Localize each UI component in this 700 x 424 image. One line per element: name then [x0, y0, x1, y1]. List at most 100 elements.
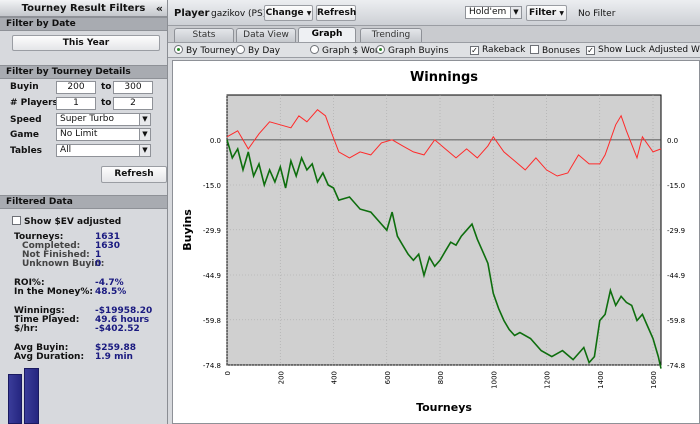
checkbox-icon [530, 45, 539, 54]
y-tick-label-right: 0.0 [667, 137, 678, 145]
speed-select[interactable]: Super Turbo ▼ [56, 113, 151, 126]
x-tick-label: 0 [224, 371, 232, 375]
game-label: Game [10, 130, 39, 140]
y-tick-label-right: -15.0 [667, 182, 685, 190]
player-label: Player [174, 8, 210, 19]
show-ev-checkbox[interactable]: Show $EV adjusted [12, 216, 121, 227]
buyin-max-field[interactable]: 300 [113, 81, 153, 94]
speed-select-value: Super Turbo [60, 114, 114, 124]
show-luck-checkbox[interactable]: ✓Show Luck Adjusted Winni [586, 45, 700, 56]
date-range-button[interactable]: This Year [12, 35, 160, 51]
mini-bar [24, 368, 39, 424]
rakeback-checkbox[interactable]: ✓ Rakeback [470, 45, 525, 56]
y-tick-label: -59.8 [203, 317, 221, 325]
x-tick-label: 1400 [597, 371, 605, 389]
game-type-value: Hold'em [469, 7, 507, 17]
y-tick-label: -74.8 [203, 362, 221, 370]
checkbox-icon [12, 216, 21, 225]
y-tick-label-right: -59.8 [667, 317, 685, 325]
chevron-down-icon: ▼ [139, 145, 150, 156]
game-type-select[interactable]: Hold'em ▼ [465, 6, 522, 19]
filter-button[interactable]: Filter ▼ [526, 5, 567, 21]
refresh-button[interactable]: Refresh [101, 166, 167, 183]
graph-buyins-radio[interactable]: Graph Buyins [376, 45, 449, 57]
y-tick-label-right: -29.9 [667, 227, 685, 235]
by-tourney-radio[interactable]: By Tourney [174, 45, 236, 57]
x-tick-label: 600 [384, 371, 392, 384]
tab-data-view[interactable]: Data View [236, 28, 296, 42]
y-tick-label-right: -74.8 [667, 362, 685, 370]
winnings-chart: 0.0 0.0 -15.0 -15.0 -29.9 -29.9 -44.9 -44.9 -59.… [172, 60, 700, 424]
y-axis-label: Buyins [181, 209, 194, 251]
game-select[interactable]: No Limit ▼ [56, 128, 151, 141]
chart-svg: 0.0 0.0 -15.0 -15.0 -29.9 -29.9 -44.9 -44.9 -59.… [181, 70, 685, 414]
y-tick-label: 0.0 [210, 137, 221, 145]
bonuses-checkbox[interactable]: Bonuses [530, 45, 580, 57]
by-day-label: By Day [248, 46, 281, 56]
tables-select-value: All [60, 145, 72, 155]
tab-stats[interactable]: Stats [174, 28, 234, 42]
date-section-header: Filter by Date [0, 17, 167, 31]
tab-graph[interactable]: Graph [298, 27, 356, 42]
refresh-player-button[interactable]: Refresh [316, 5, 356, 21]
filtered-data-header: Filtered Data [0, 195, 167, 209]
rakeback-label: Rakeback [482, 45, 526, 55]
chevron-down-icon: ▼ [306, 10, 312, 17]
buyin-to-label: to [101, 82, 112, 92]
bonuses-label: Bonuses [542, 46, 581, 56]
filter-panel-title-text: Tourney Result Filters [21, 3, 146, 14]
show-ev-label: Show $EV adjusted [24, 217, 122, 227]
stat-value: 1.9 min [95, 352, 133, 362]
change-player-button[interactable]: Change ▼ [264, 5, 313, 21]
tab-bar: Stats Data View Graph Trending [168, 26, 700, 42]
filter-panel-title: Tourney Result Filters « [0, 0, 167, 17]
check-icon: ✓ [586, 46, 595, 55]
y-tick-label: -15.0 [203, 182, 221, 190]
y-tick-label-right: -44.9 [667, 272, 685, 280]
x-tick-label: 400 [331, 371, 339, 384]
players-to-label: to [101, 98, 112, 108]
tables-label: Tables [10, 146, 43, 156]
graph-won-radio[interactable]: Graph $ Won [310, 45, 381, 57]
x-tick-label: 800 [437, 371, 445, 384]
players-label: # Players [10, 98, 58, 108]
check-icon: ✓ [470, 46, 479, 55]
buyin-min-field[interactable]: 200 [56, 81, 96, 94]
radio-icon [310, 45, 319, 54]
radio-selected-icon [376, 45, 385, 54]
filter-status: No Filter [578, 9, 616, 19]
stat-value: 48.5% [95, 287, 127, 297]
details-section-header: Filter by Tourney Details [0, 65, 167, 79]
buyin-label: Buyin [10, 82, 39, 92]
x-axis-label: Tourneys [416, 401, 472, 414]
stat-label: Unknown Buyin: [22, 259, 105, 269]
players-min-field[interactable]: 1 [56, 97, 96, 110]
y-tick-label: -44.9 [203, 272, 221, 280]
collapse-icon[interactable]: « [156, 0, 163, 17]
x-tick-label: 1000 [490, 371, 498, 389]
chevron-down-icon: ▼ [559, 10, 564, 17]
filter-label: Filter [529, 8, 557, 18]
mini-bar [8, 374, 22, 424]
player-name: gazikov (PS) [211, 9, 267, 19]
stat-value: 0 [95, 259, 102, 269]
toolbar: Player gazikov (PS) Change ▼ Refresh Hol… [168, 0, 700, 26]
by-tourney-label: By Tourney [186, 46, 236, 56]
tab-trending[interactable]: Trending [360, 28, 422, 42]
x-tick-label: 200 [277, 371, 285, 384]
stat-label: In the Money%: [14, 287, 93, 297]
graph-won-label: Graph $ Won [322, 46, 381, 56]
graph-buyins-label: Graph Buyins [388, 46, 449, 56]
chevron-down-icon: ▼ [510, 7, 521, 18]
x-tick-label: 1200 [544, 371, 552, 389]
stat-label: $/hr: [14, 324, 38, 334]
graph-options-bar: By Tourney By Day Graph $ Won Graph Buyi… [168, 42, 700, 58]
change-label: Change [265, 8, 304, 18]
chevron-down-icon: ▼ [139, 114, 150, 125]
radio-selected-icon [174, 45, 183, 54]
players-max-field[interactable]: 2 [113, 97, 153, 110]
tables-select[interactable]: All ▼ [56, 144, 151, 157]
by-day-radio[interactable]: By Day [236, 45, 280, 57]
show-luck-label: Show Luck Adjusted Winni [598, 45, 700, 55]
y-tick-label: -29.9 [203, 227, 221, 235]
